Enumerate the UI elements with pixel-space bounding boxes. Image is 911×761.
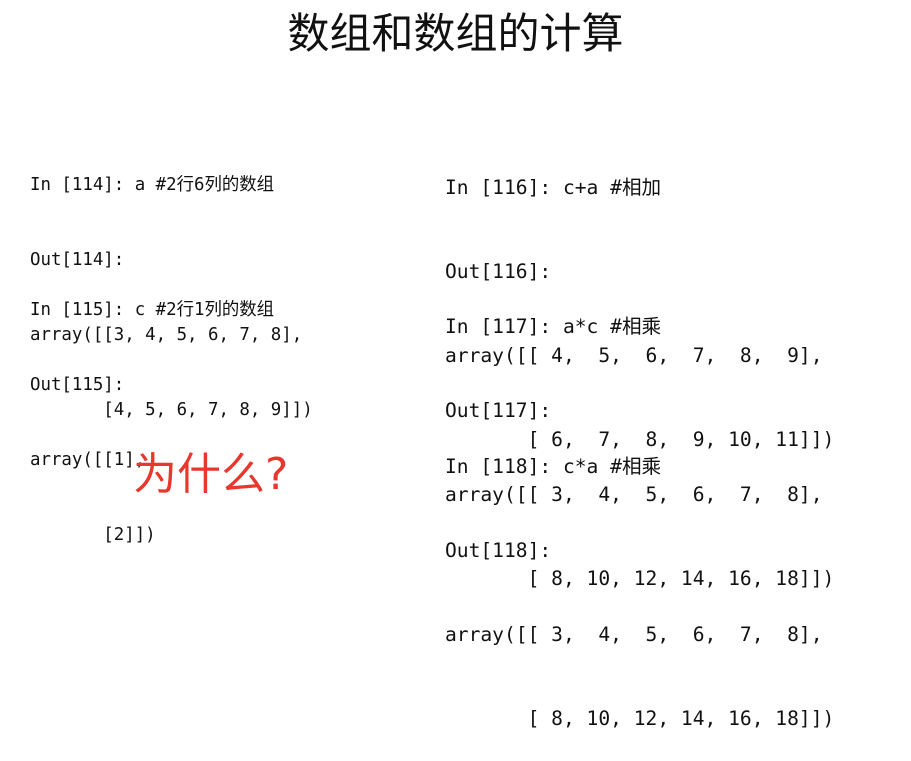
output-label: Out[115]:	[30, 375, 125, 395]
input-line: In [115]: c #2行1列的数组	[30, 300, 275, 320]
output-label: Out[118]:	[445, 539, 552, 562]
array-row: [2]])	[30, 525, 156, 545]
input-line: In [114]: a #2行6列的数组	[30, 175, 275, 195]
array-row: array([[ 3, 4, 5, 6, 7, 8],	[445, 623, 823, 646]
code-block-c-times-a: In [118]: c*a #相乘 Out[118]: array([[ 3, …	[445, 397, 834, 761]
array-row: [ 8, 10, 12, 14, 16, 18]])	[445, 707, 835, 730]
code-block-c: In [115]: c #2行1列的数组 Out[115]: array([[1…	[30, 248, 274, 573]
slide-title: 数组和数组的计算	[287, 9, 624, 58]
input-line: In [118]: c*a #相乘	[445, 455, 662, 478]
input-line: In [116]: c+a #相加	[445, 176, 662, 199]
input-line: In [117]: a*c #相乘	[445, 315, 662, 338]
question-text: 为什么?	[133, 449, 289, 500]
